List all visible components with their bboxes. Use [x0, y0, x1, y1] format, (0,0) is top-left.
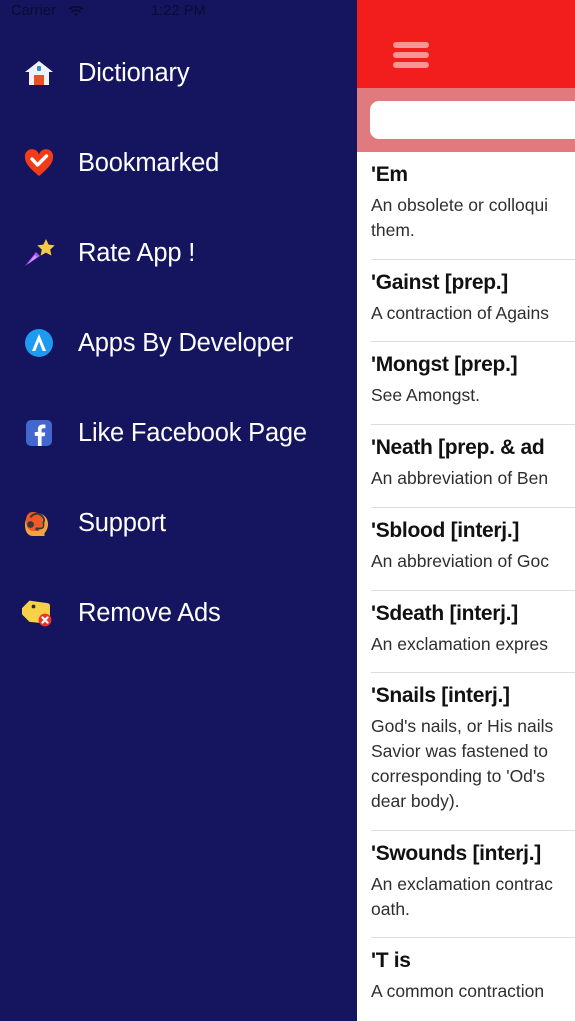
hamburger-menu-icon[interactable]	[393, 42, 429, 68]
entry-definition: An exclamation contrac oath.	[371, 873, 553, 919]
entry-definition: An abbreviation of Goc	[371, 550, 550, 571]
entry-headword: 'T is	[371, 949, 411, 973]
sidebar-item-label: Remove Ads	[78, 598, 221, 627]
entry-headword: 'Snails [interj.]	[371, 684, 510, 708]
entry-definition: A common contraction	[371, 981, 545, 1002]
search-bar-container	[357, 88, 575, 152]
sidebar-item-label: Dictionary	[78, 58, 190, 87]
entry-headword: 'Swounds [interj.]	[371, 841, 541, 865]
facebook-icon	[22, 416, 56, 450]
navigation-drawer: Carrier 1:22 PM Dictionary Bookmarked Ra…	[0, 0, 357, 1021]
tag-remove-icon	[22, 596, 56, 630]
word-entry[interactable]: 'Sdeath [interj.] An exclamation expres	[357, 591, 575, 666]
dictionary-panel: 'Em An obsolete or colloqui them. 'Gainst …	[357, 0, 575, 1021]
house-icon	[22, 56, 56, 90]
shooting-star-icon	[22, 236, 56, 270]
sidebar-item-rate-app[interactable]: Rate App !	[0, 225, 357, 281]
entry-headword: 'Mongst [prep.]	[371, 353, 518, 377]
search-input[interactable]	[370, 101, 575, 139]
entry-definition: An abbreviation of Ben	[371, 468, 549, 489]
word-list[interactable]: 'Em An obsolete or colloqui them. 'Gainst …	[357, 152, 575, 1021]
panel-header	[357, 0, 575, 88]
entry-headword: 'Em	[371, 163, 408, 186]
word-entry[interactable]: 'Gainst [prep.] A contraction of Agains	[357, 260, 575, 335]
word-entry[interactable]: 'Snails [interj.] God's nails, or His nai…	[357, 673, 575, 822]
sidebar-item-facebook[interactable]: Like Facebook Page	[0, 405, 357, 461]
entry-headword: 'Sdeath [interj.]	[371, 601, 518, 625]
heart-check-icon	[22, 146, 56, 180]
entry-headword: 'Neath [prep. & ad	[371, 436, 545, 460]
entry-headword: 'Gainst [prep.]	[371, 270, 509, 294]
entry-definition: An exclamation expres	[371, 633, 549, 654]
sidebar-item-label: Like Facebook Page	[78, 418, 307, 447]
hamburger-bar	[393, 52, 429, 58]
sidebar-item-label: Support	[78, 508, 166, 537]
sidebar-item-label: Rate App !	[78, 238, 196, 267]
sidebar-item-bookmarked[interactable]: Bookmarked	[0, 135, 357, 191]
entry-definition: See Amongst.	[371, 385, 480, 406]
entry-definition: God's nails, or His nails Savior was fas…	[371, 716, 554, 811]
sidebar-item-label: Bookmarked	[78, 148, 220, 177]
word-entry[interactable]: 'T is A common contraction	[357, 938, 575, 1013]
hamburger-bar	[393, 42, 429, 48]
word-entry[interactable]: 'Swounds [interj.] An exclamation contrac…	[357, 831, 575, 931]
clock-label: 1:22 PM	[151, 3, 206, 19]
sidebar-item-label: Apps By Developer	[78, 328, 293, 357]
word-entry[interactable]: 'Mongst [prep.] See Amongst.	[357, 342, 575, 417]
app-store-icon	[22, 326, 56, 360]
word-entry[interactable]: 'Em An obsolete or colloqui them.	[357, 152, 575, 252]
headset-person-icon	[22, 506, 56, 540]
word-entry[interactable]: 'Neath [prep. & ad An abbreviation of Ben	[357, 425, 575, 500]
sidebar-item-apps-by-developer[interactable]: Apps By Developer	[0, 315, 357, 371]
app-screen: Carrier 1:22 PM Dictionary Bookmarked Ra…	[0, 0, 575, 1021]
sidebar-item-dictionary[interactable]: Dictionary	[0, 45, 357, 101]
status-bar: Carrier 1:22 PM	[0, 0, 357, 24]
sidebar-item-support[interactable]: Support	[0, 495, 357, 551]
entry-headword: 'Sblood [interj.]	[371, 518, 520, 542]
entry-definition: An obsolete or colloqui them.	[371, 194, 549, 240]
entry-definition: A contraction of Agains	[371, 302, 550, 323]
hamburger-bar	[393, 62, 429, 68]
sidebar-item-remove-ads[interactable]: Remove Ads	[0, 585, 357, 641]
word-entry[interactable]: 'Sblood [interj.] An abbreviation of Goc	[357, 508, 575, 583]
